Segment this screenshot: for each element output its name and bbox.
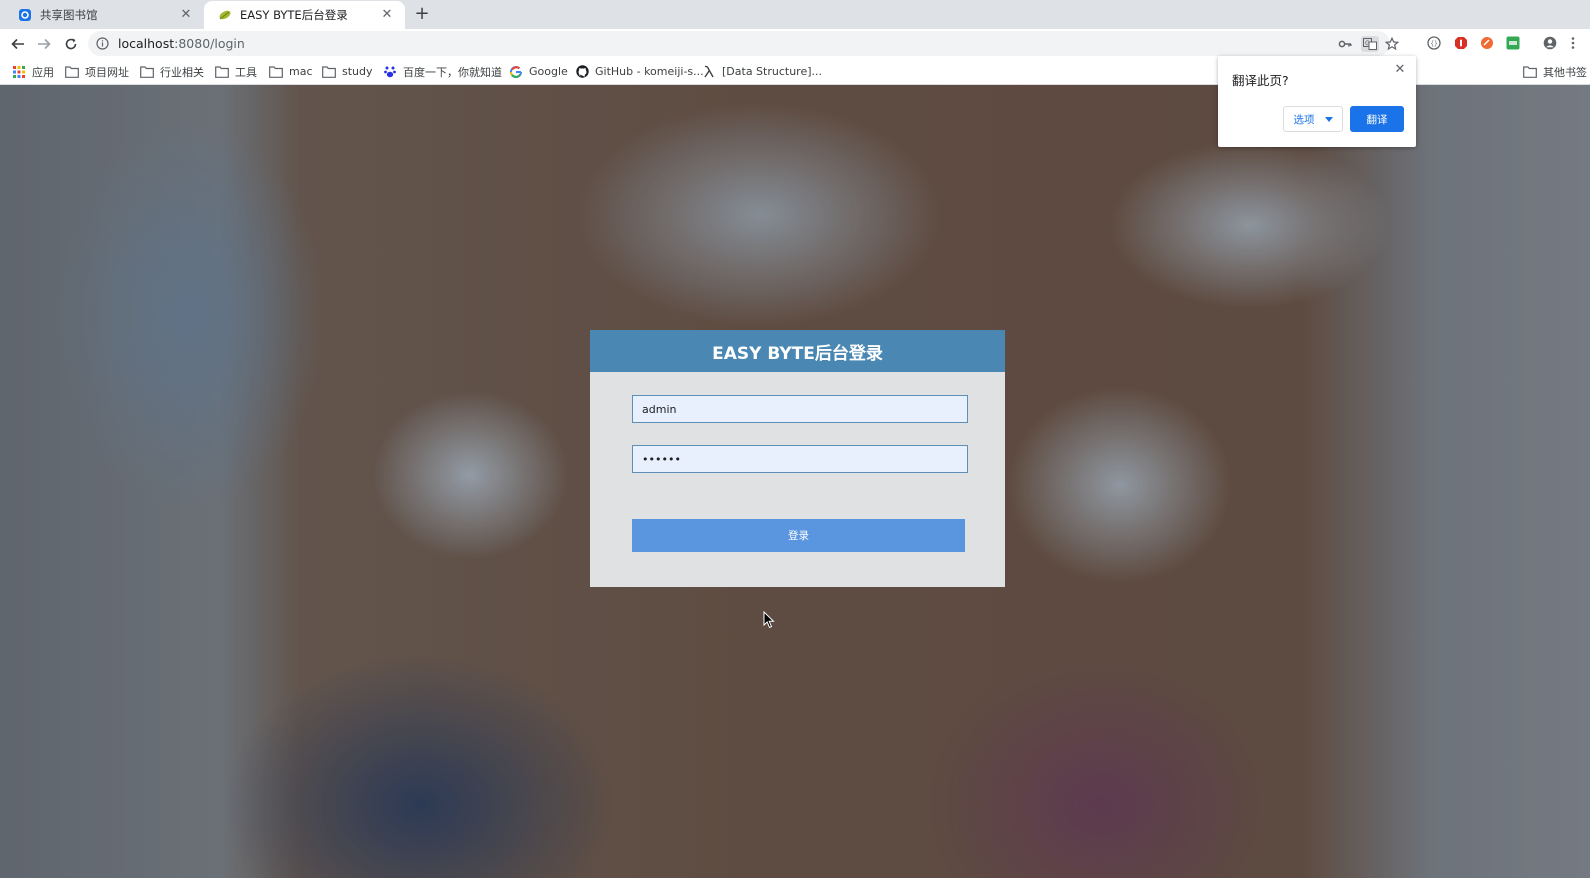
profile-avatar-icon[interactable]: [1543, 36, 1557, 50]
close-icon[interactable]: ✕: [379, 7, 395, 23]
bookmark-label: Google: [529, 65, 568, 78]
bookmark-apps[interactable]: 应用: [12, 63, 54, 80]
apps-grid-icon: [12, 65, 26, 79]
translate-page-popup: 翻译此页? ✕ 选项 翻译: [1218, 56, 1416, 147]
translate-options-button[interactable]: 选项: [1283, 106, 1343, 132]
bookmark-github[interactable]: GitHub - komeiji-s...: [575, 63, 704, 80]
bookmark-label: 项目网址: [85, 65, 129, 79]
close-icon[interactable]: ✕: [178, 7, 194, 23]
tab-easy-byte-login[interactable]: EASY BYTE后台登录 ✕: [204, 1, 405, 29]
bookmark-folder-study[interactable]: study: [322, 63, 373, 80]
orange-extension-icon[interactable]: [1480, 36, 1494, 50]
url-text: localhost:8080/login: [118, 36, 245, 51]
extension-circle-icon[interactable]: {}: [1427, 36, 1441, 50]
translate-options-label: 选项: [1293, 113, 1315, 126]
reload-icon[interactable]: [60, 33, 82, 55]
back-arrow-icon[interactable]: [7, 33, 29, 55]
folder-icon: [322, 65, 336, 79]
login-button[interactable]: 登录: [632, 519, 965, 552]
url-path: :8080/login: [174, 36, 245, 51]
folder-icon: [269, 65, 283, 79]
password-input[interactable]: [632, 445, 968, 473]
username-input[interactable]: [632, 395, 968, 423]
key-icon[interactable]: [1338, 37, 1352, 51]
bookmark-baidu[interactable]: 百度一下，你就知道: [383, 63, 502, 80]
folder-icon: [215, 65, 229, 79]
translate-button[interactable]: 翻译: [1350, 106, 1404, 132]
leaf-favicon-icon: [218, 8, 232, 22]
bookmark-google[interactable]: Google: [509, 63, 568, 80]
dropdown-triangle-icon: [1324, 113, 1333, 125]
tab-shared-library[interactable]: 共享图书馆 ✕: [4, 1, 204, 29]
baidu-paw-icon: [383, 65, 397, 79]
close-icon[interactable]: ✕: [1392, 62, 1408, 78]
bookmark-other-bookmarks[interactable]: 其他书签: [1523, 63, 1587, 80]
browser-toolbar: localhost:8080/login G {}: [0, 29, 1590, 58]
folder-icon: [140, 65, 154, 79]
mouse-pointer-icon: [763, 611, 775, 629]
bookmark-label: 应用: [32, 65, 54, 79]
forward-arrow-icon[interactable]: [33, 33, 55, 55]
svg-text:{}: {}: [1430, 41, 1438, 48]
bookmark-label: study: [342, 65, 373, 78]
translate-icon[interactable]: G: [1361, 36, 1379, 52]
github-icon: [575, 65, 589, 79]
bookmark-label: GitHub - komeiji-s...: [595, 65, 704, 78]
bookmark-label: 百度一下，你就知道: [403, 65, 502, 79]
google-icon: [509, 65, 523, 79]
tab-title: 共享图书馆: [40, 8, 98, 22]
menu-kebab-icon[interactable]: [1570, 36, 1584, 50]
green-extension-icon[interactable]: [1506, 36, 1520, 50]
bookmark-folder-projects[interactable]: 项目网址: [65, 63, 129, 80]
shared-library-favicon-icon: [18, 8, 32, 22]
bookmark-folder-tools[interactable]: 工具: [215, 63, 257, 80]
url-host: localhost: [118, 36, 175, 51]
bookmark-folder-industry[interactable]: 行业相关: [140, 63, 204, 80]
tab-title: EASY BYTE后台登录: [240, 8, 348, 22]
bookmark-data-structure[interactable]: [Data Structure]...: [702, 63, 822, 80]
login-panel: EASY BYTE后台登录 登录: [590, 330, 1005, 587]
login-title: EASY BYTE后台登录: [712, 343, 883, 364]
tab-strip: 共享图书馆 ✕ EASY BYTE后台登录 ✕ +: [0, 0, 1590, 29]
bookmark-label: 其他书签: [1543, 65, 1587, 79]
translate-popup-title: 翻译此页?: [1232, 73, 1289, 88]
folder-icon: [1523, 65, 1537, 79]
bookmark-label: [Data Structure]...: [722, 65, 823, 78]
star-bookmark-icon[interactable]: [1385, 37, 1399, 51]
bookmark-label: 行业相关: [160, 65, 204, 79]
bookmark-label: mac: [289, 65, 313, 78]
login-header: EASY BYTE后台登录: [590, 330, 1005, 372]
login-page-background: EASY BYTE后台登录 登录: [0, 85, 1590, 878]
bookmark-label: 工具: [235, 65, 257, 79]
adblock-stop-icon[interactable]: [1454, 36, 1468, 50]
new-tab-plus-icon[interactable]: +: [412, 5, 432, 25]
info-icon[interactable]: [96, 37, 109, 50]
folder-icon: [65, 65, 79, 79]
bookmark-folder-mac[interactable]: mac: [269, 63, 313, 80]
lambda-icon: [702, 65, 716, 79]
address-bar[interactable]: localhost:8080/login G: [88, 31, 1399, 56]
